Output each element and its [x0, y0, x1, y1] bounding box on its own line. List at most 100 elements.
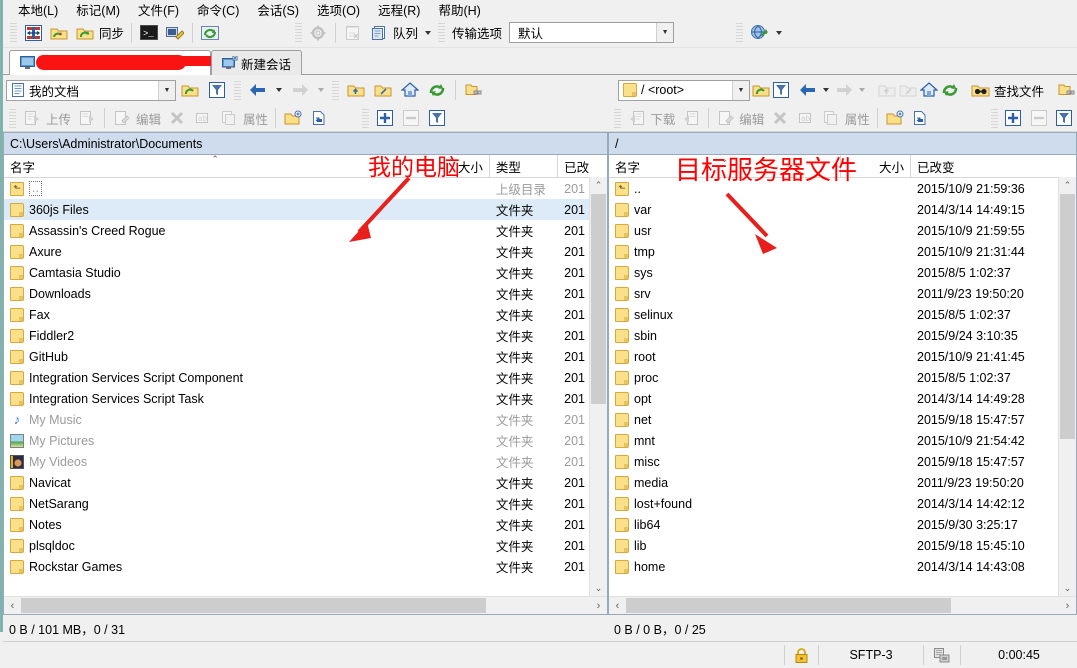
table-row[interactable]: misc 2015/9/18 15:47:57	[609, 451, 1076, 472]
menu-file[interactable]: 文件(F)	[129, 0, 188, 20]
local-nav-grip[interactable]	[234, 80, 241, 100]
menu-local[interactable]: 本地(L)	[9, 0, 67, 20]
remote-file-list[interactable]: 名字 ⌄ 大小 已改变 ⬑.. 2015/10/9 21:59:36 var 2014…	[608, 154, 1077, 615]
find-files-label[interactable]: 查找文件	[993, 81, 1047, 100]
console-icon[interactable]: >_	[136, 20, 162, 45]
table-row[interactable]: Rockstar Games 文件夹 201	[4, 556, 607, 577]
table-row[interactable]: home 2014/3/14 14:43:08	[609, 556, 1076, 577]
refresh-session-icon[interactable]	[197, 20, 223, 45]
remote-col-size[interactable]: 大小	[841, 155, 911, 177]
local-file-list[interactable]: 名字 ⌃ 大小 类型 已改 ⬑.. 上级目录 201 360js Files 文件夹 20…	[3, 154, 608, 615]
table-row[interactable]: root 2015/10/9 21:41:45	[609, 346, 1076, 367]
scroll-right-icon[interactable]: ›	[590, 600, 607, 612]
local-parent-directory-icon[interactable]	[343, 78, 369, 103]
transfer-icon[interactable]	[924, 645, 961, 665]
table-row[interactable]: proc 2015/8/5 1:02:37	[609, 367, 1076, 388]
remote-filter-icon[interactable]	[772, 78, 790, 103]
gear-icon[interactable]	[305, 20, 331, 45]
table-row[interactable]: Assassin's Creed Rogue 文件夹 201	[4, 220, 607, 241]
remote-rename-icon[interactable]: ab	[793, 106, 818, 131]
scroll-left-icon[interactable]: ‹	[609, 600, 626, 612]
remote-new-folder-icon[interactable]	[882, 106, 907, 131]
local-path-chevron-down-icon[interactable]: ▼	[158, 80, 175, 100]
local-view-grip[interactable]	[362, 108, 370, 128]
local-back-chevron-down-icon[interactable]	[276, 88, 282, 92]
menu-command[interactable]: 命令(C)	[188, 0, 248, 20]
tab-new-session[interactable]: 新建会话	[211, 50, 303, 75]
table-row[interactable]: My Pictures 文件夹 201	[4, 430, 607, 451]
remote-path-combo[interactable]: / <root> ▼	[618, 79, 750, 101]
table-row[interactable]: Fax 文件夹 201	[4, 304, 607, 325]
local-new-file-icon[interactable]	[306, 106, 332, 131]
synchronize-icon[interactable]	[72, 20, 98, 45]
remote-root-directory-icon[interactable]	[898, 78, 918, 103]
local-delete-icon[interactable]	[164, 106, 190, 131]
table-row[interactable]: Camtasia Studio 文件夹 201	[4, 262, 607, 283]
session-switch-icon[interactable]	[746, 20, 772, 45]
remote-action-grip[interactable]	[614, 108, 621, 128]
table-row[interactable]: media 2011/9/23 19:50:20	[609, 472, 1076, 493]
sync-browsing-icon[interactable]	[46, 20, 72, 45]
local-home-icon[interactable]	[397, 78, 423, 103]
table-row[interactable]: net 2015/9/18 15:47:57	[609, 409, 1076, 430]
menu-help[interactable]: 帮助(H)	[429, 0, 489, 20]
local-vscroll-track[interactable]	[590, 194, 607, 580]
sync-label[interactable]: 同步	[98, 23, 127, 42]
local-deselect-icon[interactable]	[398, 106, 424, 131]
table-row[interactable]: ♪ My Music 文件夹 201	[4, 409, 607, 430]
scroll-down-icon[interactable]: ⌄	[1059, 580, 1076, 597]
table-row[interactable]: Downloads 文件夹 201	[4, 283, 607, 304]
table-row[interactable]: ⬑.. 上级目录 201	[4, 178, 607, 199]
local-bookmark-icon[interactable]	[461, 78, 487, 103]
local-edit-label[interactable]: 编辑	[135, 109, 164, 128]
remote-hscroll-track[interactable]	[626, 598, 1059, 613]
remote-edit-icon[interactable]	[713, 106, 738, 131]
remote-horizontal-scrollbar[interactable]: ‹ ›	[609, 596, 1076, 614]
table-row[interactable]: Axure 文件夹 201	[4, 241, 607, 262]
scroll-down-icon[interactable]: ⌄	[590, 580, 607, 597]
local-upload-options-icon[interactable]	[74, 106, 100, 131]
transfer-options-chevron-down-icon[interactable]: ▼	[656, 23, 674, 42]
local-col-size[interactable]: 大小	[427, 155, 490, 177]
table-row[interactable]: tmp 2015/10/9 21:31:44	[609, 241, 1076, 262]
remote-download-label[interactable]: 下载	[649, 109, 678, 128]
remote-refresh-icon[interactable]	[940, 78, 960, 103]
local-vertical-scrollbar[interactable]: ⌃ ⌄	[589, 177, 607, 597]
remote-delete-icon[interactable]	[767, 106, 792, 131]
remote-download-options-icon[interactable]	[678, 106, 703, 131]
queue-icon[interactable]	[366, 20, 392, 45]
remote-rows[interactable]: ⬑.. 2015/10/9 21:59:36 var 2014/3/14 14:49:…	[609, 178, 1076, 614]
local-col-type[interactable]: 类型	[490, 155, 559, 177]
table-row[interactable]: ⬑.. 2015/10/9 21:59:36	[609, 178, 1076, 199]
put-focus-icon[interactable]	[162, 20, 188, 45]
remote-col-name[interactable]: 名字 ⌄	[609, 155, 841, 177]
local-horizontal-scrollbar[interactable]: ‹ ›	[4, 596, 607, 614]
table-row[interactable]: sbin 2015/9/24 3:10:35	[609, 325, 1076, 346]
tab-session-active[interactable]	[9, 50, 216, 75]
local-dir-grip[interactable]	[332, 80, 339, 100]
remote-edit-label[interactable]: 编辑	[738, 109, 767, 128]
remote-deselect-icon[interactable]	[1026, 106, 1051, 131]
scroll-left-icon[interactable]: ‹	[4, 600, 21, 612]
scroll-up-icon[interactable]: ⌃	[590, 177, 607, 194]
toolbar-grip[interactable]	[10, 23, 17, 42]
transfer-options-combo[interactable]: 默认 ▼	[509, 22, 675, 43]
local-properties-copy-icon[interactable]	[216, 106, 242, 131]
local-hscroll-track[interactable]	[21, 598, 590, 613]
local-select-all-icon[interactable]	[372, 106, 398, 131]
remote-view-grip[interactable]	[990, 108, 998, 128]
toolbar-grip-2[interactable]	[295, 23, 303, 42]
remote-new-file-icon[interactable]	[907, 106, 932, 131]
remote-bookmark-icon[interactable]	[1057, 78, 1077, 103]
table-row[interactable]: mnt 2015/10/9 21:54:42	[609, 430, 1076, 451]
remote-forward-chevron-down-icon[interactable]	[859, 88, 865, 92]
table-row[interactable]: NetSarang 文件夹 201	[4, 493, 607, 514]
menu-mark[interactable]: 标记(M)	[67, 0, 129, 20]
local-path-combo[interactable]: 我的文档 ▼	[6, 79, 176, 101]
local-new-folder-icon[interactable]	[280, 106, 306, 131]
remote-open-directory-icon[interactable]	[751, 78, 771, 103]
session-switch-chevron-down-icon[interactable]	[776, 30, 783, 35]
remote-forward-icon[interactable]	[834, 78, 854, 103]
local-upload-icon[interactable]	[19, 106, 45, 131]
local-back-icon[interactable]	[245, 78, 271, 103]
